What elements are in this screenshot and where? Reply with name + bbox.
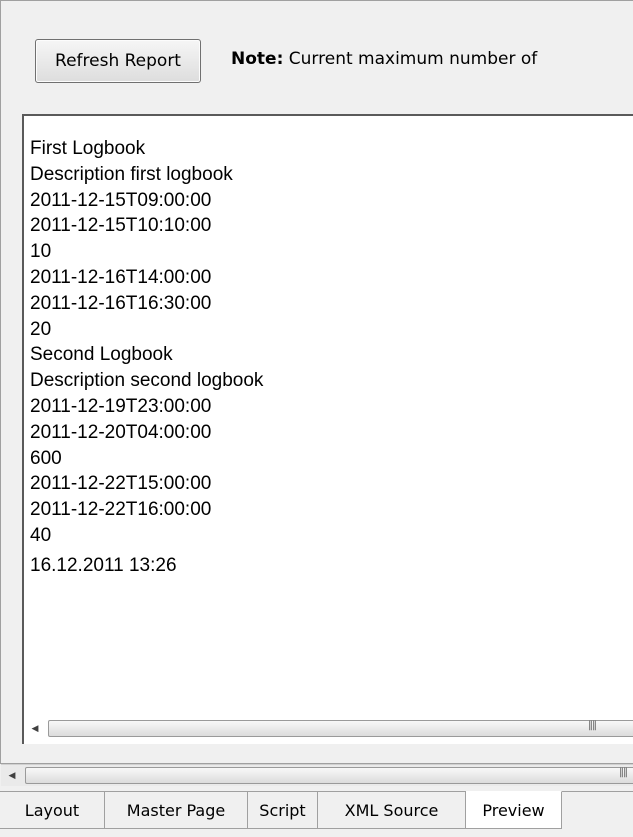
tab-master-page[interactable]: Master Page bbox=[105, 792, 248, 829]
tab-layout[interactable]: Layout bbox=[0, 792, 105, 829]
tab-xml-source[interactable]: XML Source bbox=[318, 792, 466, 829]
report-preview-panel: First Logbook Description first logbook … bbox=[22, 114, 633, 744]
tab-label: XML Source bbox=[344, 800, 439, 820]
report-line: 2011-12-22T16:00:00 bbox=[30, 499, 212, 521]
max-rows-note: Note: Current maximum number of bbox=[231, 49, 537, 69]
preview-horizontal-scrollbar[interactable]: ◀ ‖‖ bbox=[24, 718, 633, 740]
tab-label: Layout bbox=[24, 800, 80, 820]
report-line: 20 bbox=[30, 318, 52, 340]
tab-label: Master Page bbox=[126, 800, 226, 820]
report-line: 2011-12-16T14:00:00 bbox=[30, 266, 212, 288]
report-line: First Logbook bbox=[30, 138, 146, 159]
report-timestamp: 16.12.2011 13:26 bbox=[30, 554, 177, 576]
report-content: First Logbook Description first logbook … bbox=[30, 136, 630, 579]
report-line: 10 bbox=[30, 241, 52, 263]
tab-label: Script bbox=[259, 800, 306, 820]
report-line: Description second logbook bbox=[30, 370, 264, 392]
editor-tab-bar: Layout Master Page Script XML Source Pre… bbox=[0, 791, 633, 829]
report-line: 600 bbox=[30, 447, 62, 469]
scroll-left-arrow-icon[interactable]: ◀ bbox=[1, 765, 23, 786]
preview-toolbar: Refresh Report Note: Current maximum num… bbox=[1, 1, 633, 105]
scrollbar-thumb[interactable] bbox=[25, 767, 633, 784]
tab-label: Preview bbox=[482, 800, 545, 820]
report-line: 2011-12-16T16:30:00 bbox=[30, 292, 212, 314]
report-line: Second Logbook bbox=[30, 344, 173, 366]
report-line: 2011-12-15T10:10:00 bbox=[30, 215, 212, 237]
report-line: 40 bbox=[30, 524, 52, 546]
note-text: Current maximum number of bbox=[283, 49, 538, 69]
tab-preview[interactable]: Preview bbox=[466, 791, 562, 829]
report-line: Description first logbook bbox=[30, 163, 233, 185]
tab-script[interactable]: Script bbox=[248, 792, 318, 829]
refresh-report-button[interactable]: Refresh Report bbox=[35, 39, 201, 83]
scroll-left-arrow-icon[interactable]: ◀ bbox=[24, 718, 46, 739]
report-line: 2011-12-19T23:00:00 bbox=[30, 395, 212, 417]
note-bold-label: Note: bbox=[231, 49, 284, 69]
report-line: 2011-12-22T15:00:00 bbox=[30, 473, 212, 495]
scroll-grip-icon: ‖‖ bbox=[619, 767, 628, 778]
refresh-report-label: Refresh Report bbox=[55, 51, 181, 71]
report-line: 2011-12-15T09:00:00 bbox=[30, 189, 212, 211]
report-line: 2011-12-20T04:00:00 bbox=[30, 421, 212, 443]
scroll-grip-icon: ‖‖ bbox=[588, 720, 597, 731]
scrollbar-thumb[interactable] bbox=[48, 720, 633, 737]
editor-horizontal-scrollbar[interactable]: ◀ ‖‖ bbox=[1, 764, 633, 786]
